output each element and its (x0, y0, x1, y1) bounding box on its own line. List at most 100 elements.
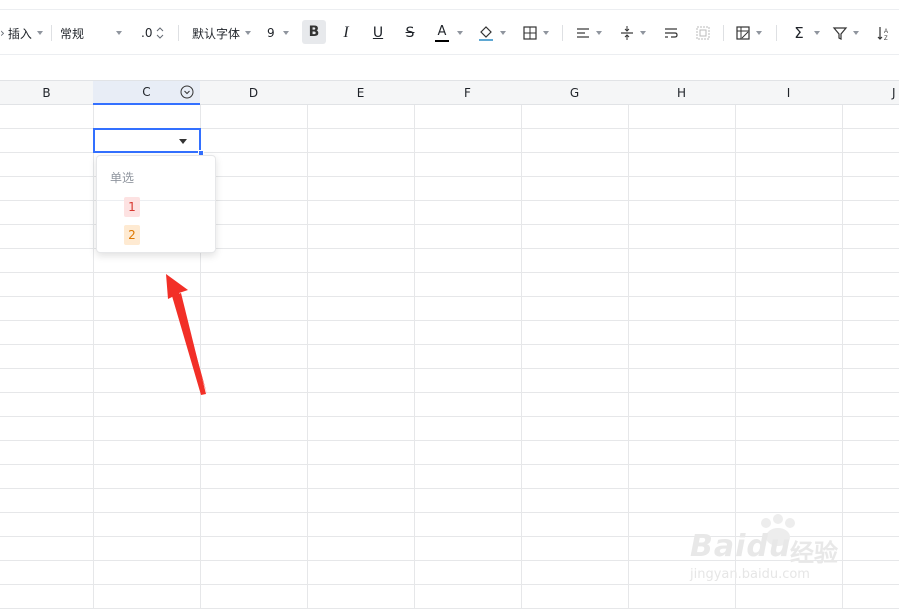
filter-button[interactable] (832, 22, 859, 44)
toolbar-divider (776, 25, 777, 41)
column-label: G (569, 85, 580, 100)
chevron-down-icon (282, 31, 289, 35)
wrap-text-icon (665, 28, 678, 38)
stepper-arrows-icon (157, 27, 164, 39)
column-header-h[interactable]: H (628, 80, 736, 105)
borders-icon (523, 26, 537, 40)
sort-button[interactable]: A Z (876, 22, 892, 44)
paint-bucket-icon (479, 26, 493, 41)
font-color-button[interactable]: A (432, 22, 463, 44)
column-header-d[interactable]: D (200, 80, 308, 105)
column-label: I (786, 85, 791, 100)
row-gridline (0, 344, 899, 345)
chevron-down-icon (596, 31, 602, 35)
chevron-down-icon (36, 31, 43, 35)
chevron-down-icon (853, 31, 859, 35)
watermark-brand: Baidu (690, 529, 792, 564)
column-gridline (521, 105, 522, 609)
row-gridline (0, 488, 899, 489)
toolbar-divider (178, 25, 179, 41)
wrap-text-button[interactable] (663, 22, 679, 44)
dropdown-option-2[interactable]: 2 (124, 225, 140, 245)
sort-icon: A Z (877, 27, 888, 41)
watermark-url: jingyan.baidu.com (690, 567, 810, 582)
insert-label: 插入 (7, 26, 32, 41)
chevron-down-icon (457, 31, 463, 35)
underline-icon: U (372, 25, 384, 41)
column-header-e[interactable]: E (307, 80, 415, 105)
chevron-down-icon (245, 31, 252, 35)
column-gridline (307, 105, 308, 609)
decimal-stepper[interactable]: .0 (141, 22, 164, 44)
underline-button[interactable]: U (368, 22, 388, 44)
row-gridline (0, 416, 899, 417)
merge-cells-icon (696, 26, 710, 40)
vertical-align-button[interactable] (619, 22, 646, 44)
column-gridline (93, 105, 94, 609)
column-gridline (628, 105, 629, 609)
chevron-down-icon (500, 31, 506, 35)
row-gridline (0, 464, 899, 465)
svg-text:Z: Z (884, 36, 888, 41)
horizontal-align-button[interactable] (575, 22, 602, 44)
italic-button[interactable]: I (336, 22, 356, 44)
bold-button[interactable]: B (302, 20, 326, 44)
toolbar-divider (723, 25, 724, 41)
column-header-j[interactable]: J (842, 80, 899, 105)
bold-icon: B (302, 20, 326, 44)
chevron-down-icon (543, 31, 549, 35)
column-header-b[interactable]: B (0, 80, 94, 105)
chevron-down-icon (116, 31, 123, 35)
font-color-letter: A (437, 23, 447, 39)
watermark-cn: 经验 (790, 539, 838, 567)
sum-button[interactable]: Σ (789, 22, 820, 44)
dropdown-title: 单选 (110, 171, 135, 185)
conditional-format-button[interactable] (735, 22, 762, 44)
toolbar-row: › 插入 常规 .0 默认字体 9 B I U S A Σ A Z (0, 9, 899, 55)
column-label: C (142, 85, 151, 99)
strikethrough-button[interactable]: S (400, 22, 420, 44)
merge-cells-button[interactable] (695, 22, 711, 44)
chevron-down-icon (640, 31, 646, 35)
selected-cell-c2[interactable] (93, 128, 201, 153)
insert-menu[interactable]: › 插入 (0, 22, 43, 44)
column-gridline (414, 105, 415, 609)
dropdown-option-1[interactable]: 1 (124, 197, 140, 217)
column-header-c[interactable]: C (93, 80, 201, 105)
svg-text:A: A (884, 29, 888, 35)
sigma-icon: Σ (794, 24, 804, 42)
borders-button[interactable] (522, 22, 549, 44)
column-label: J (892, 85, 896, 100)
toolbar-divider (51, 25, 52, 41)
column-header-f[interactable]: F (414, 80, 522, 105)
column-label: D (248, 85, 259, 100)
column-header-g[interactable]: G (521, 80, 629, 105)
row-gridline (0, 440, 899, 441)
column-label: F (464, 85, 471, 100)
font-color-swatch (435, 39, 449, 42)
insert-icon: › (0, 26, 5, 40)
align-left-icon (577, 28, 589, 38)
font-family-label: 默认字体 (192, 26, 241, 41)
row-gridline (0, 392, 899, 393)
column-label: E (356, 85, 365, 100)
column-header-i[interactable]: I (735, 80, 843, 105)
baidu-watermark: Baidu 经验 jingyan.baidu.com (688, 514, 868, 595)
column-menu-icon[interactable] (180, 85, 194, 99)
single-select-dropdown: 单选 (96, 155, 216, 253)
row-gridline (0, 368, 899, 369)
font-size-select[interactable]: 9 (267, 22, 289, 44)
dropdown-caret-icon[interactable] (179, 139, 187, 144)
column-label: H (676, 85, 687, 100)
chevron-down-icon (756, 31, 762, 35)
vertical-align-icon (621, 26, 633, 40)
table-style-icon (736, 26, 750, 40)
row-gridline (0, 296, 899, 297)
font-family-select[interactable]: 默认字体 (192, 22, 252, 44)
number-format-select[interactable]: 常规 (60, 22, 126, 44)
toolbar: › 插入 常规 .0 默认字体 9 B I U S A Σ A Z (0, 0, 899, 80)
dropdown-divider (97, 200, 215, 201)
chevron-down-icon (814, 31, 820, 35)
fill-color-button[interactable] (477, 22, 506, 44)
column-label: B (42, 85, 51, 100)
